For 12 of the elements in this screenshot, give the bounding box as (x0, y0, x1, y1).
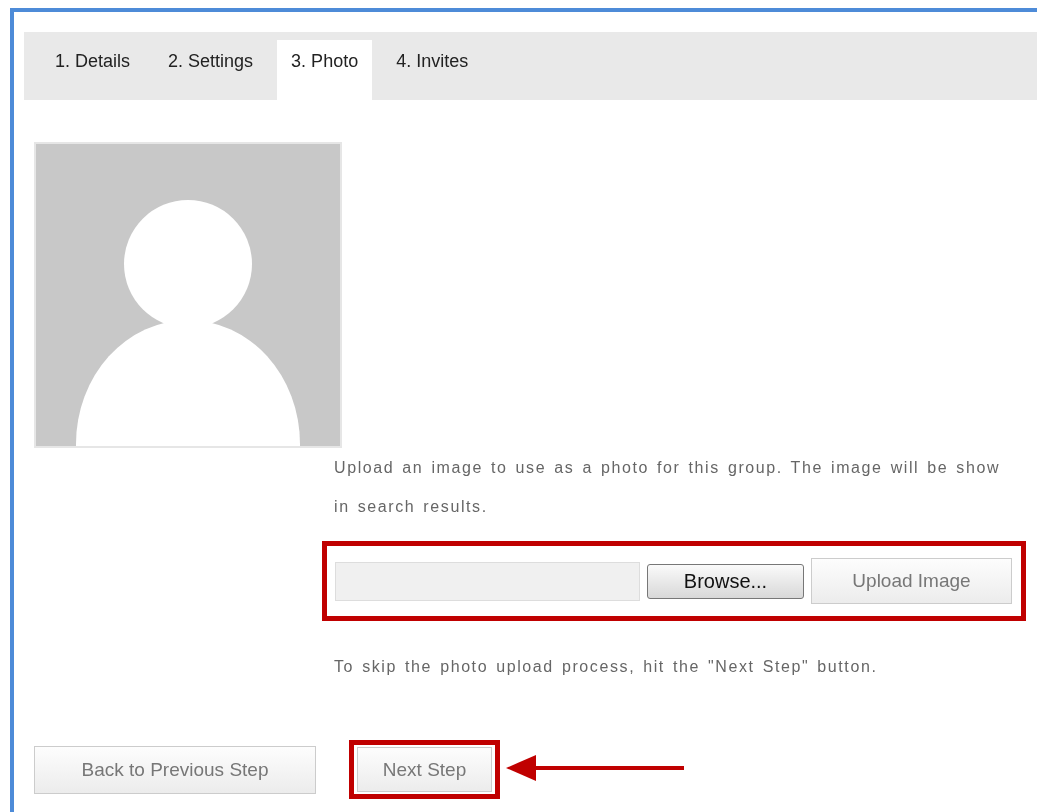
skip-hint-text: To skip the photo upload process, hit the "Next Step" button. (334, 657, 879, 677)
file-path-field[interactable] (335, 561, 640, 601)
description-text: Upload an image to use as a photo for this group. The image will be show (334, 458, 1002, 478)
browse-button[interactable]: Browse... (647, 563, 804, 599)
next-step-button[interactable]: Next Step (357, 747, 492, 792)
tab[interactable]: 4. Invites (382, 40, 483, 100)
tab[interactable]: 3. Photo (277, 40, 373, 100)
description-text: in search results. (334, 497, 489, 517)
tab[interactable]: 1. Details (41, 40, 145, 100)
tab[interactable]: 2. Settings (154, 40, 268, 100)
upload-image-button[interactable]: Upload Image (811, 558, 1012, 604)
back-button[interactable]: Back to Previous Step (34, 745, 316, 794)
